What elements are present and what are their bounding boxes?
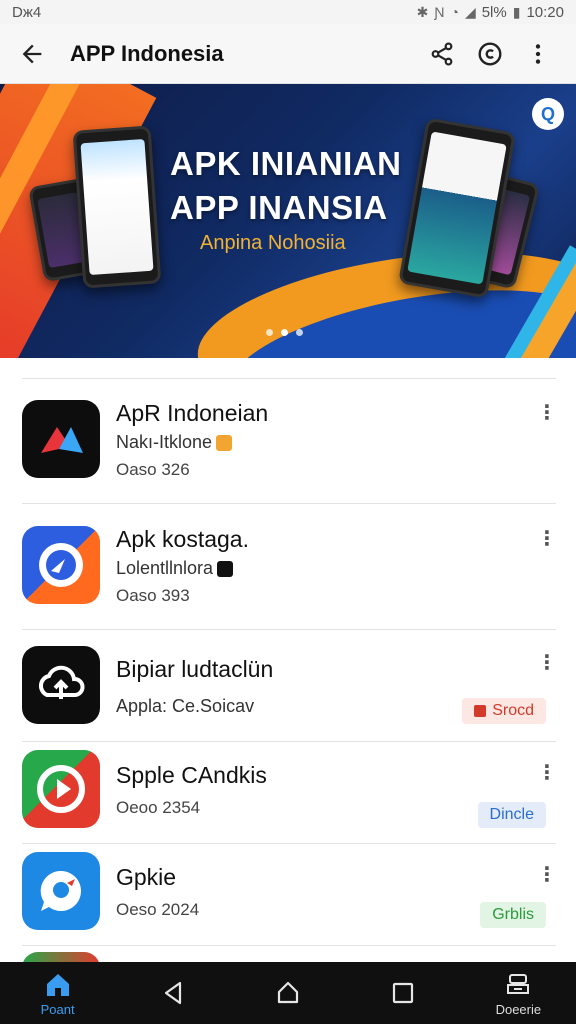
list-item[interactable]: Spple CAndkis Oeoo 2354 Dincle ⋮ (0, 742, 576, 844)
status-time: 10:20 (526, 3, 564, 21)
list-item[interactable]: Bipiar ludtaclün Appla: Ce.Soicav Srocd … (0, 630, 576, 742)
nav-item-home[interactable]: Poant (10, 962, 106, 1024)
carousel-dot[interactable] (296, 329, 303, 336)
more-vert-icon[interactable]: ⋮ (537, 860, 557, 888)
edit-icon (217, 561, 234, 578)
list-item[interactable]: ApR Indoneian Nakı-Itklone Oaso 326 ⋮ (0, 380, 576, 504)
app-subtitle: Lolentllnlora (116, 558, 234, 579)
carousel-dots (266, 329, 303, 336)
badge-label: Dincle (489, 806, 534, 823)
nav-label: Doeerie (495, 1001, 542, 1017)
banner-headline: APK INIANIAN APP INANSIA (170, 142, 410, 230)
back-triangle-icon (164, 981, 181, 1005)
emoji-icon (216, 435, 233, 452)
list-item[interactable]: Apk kostaga. Lolentllnlora Oaso 393 ⋮ (0, 504, 576, 630)
play-circle-icon (22, 750, 100, 828)
status-badge[interactable]: Dincle (477, 802, 546, 828)
app-meta: Oaso 393 (116, 586, 190, 605)
nav-item-home-button[interactable] (240, 962, 336, 1024)
carousel-dot[interactable] (281, 329, 288, 336)
app-list: ApR Indoneian Nakı-Itklone Oaso 326 ⋮ Ap… (0, 358, 576, 962)
status-badge[interactable]: Grblis (480, 902, 546, 928)
app-meta: Oeso 2024 (116, 900, 200, 919)
home-icon (46, 973, 69, 996)
banner-subtitle: Anpina Nohosiia (200, 232, 346, 254)
badge-label: Srocd (492, 702, 534, 719)
copyright-icon[interactable] (466, 34, 514, 74)
app-title: Apk kostaga. (116, 526, 249, 552)
app-subtitle: Nakı-Itklone (116, 432, 233, 453)
phone-illustration (72, 125, 162, 289)
more-vert-icon[interactable]: ⋮ (537, 398, 557, 426)
app-meta: Oaso 326 (116, 460, 190, 479)
banner-badge-icon[interactable]: Q (532, 98, 564, 130)
bluetooth-icon: ✱ (416, 3, 429, 20)
status-bar: Dж4 ✱ Ɲ ◔ ◢ 5l% ▮ 10:20 (0, 0, 576, 24)
list-item[interactable] (0, 946, 576, 962)
badge-icon (474, 705, 487, 717)
more-vert-icon[interactable] (514, 34, 562, 74)
status-badge[interactable]: Srocd (462, 698, 546, 724)
app-title: ApR Indoneian (116, 400, 269, 426)
divider (22, 378, 556, 379)
nav-item-downloads[interactable]: Doeerie (470, 962, 566, 1024)
chat-bird-icon (22, 852, 100, 930)
share-icon[interactable] (418, 34, 466, 74)
app-title: Spple CAndkis (116, 762, 267, 788)
status-left-text: Dж4 (12, 3, 42, 21)
banner-headline-line1: APK INIANIAN (170, 145, 402, 182)
carousel-dot[interactable] (266, 329, 273, 336)
app-title: Gpkie (116, 864, 177, 890)
app-icon-partial (22, 952, 100, 962)
recents-square-icon (393, 982, 414, 1004)
more-vert-icon[interactable]: ⋮ (537, 648, 557, 676)
back-arrow-icon[interactable] (14, 36, 50, 72)
app-subtitle: Appla: Ce.Soicav (116, 696, 255, 716)
bottom-navigation: Poant Doeerie (0, 962, 576, 1024)
nav-label: Poant (40, 1001, 75, 1017)
list-item[interactable]: Gpkie Oeso 2024 Grblis ⋮ (0, 844, 576, 946)
chat-bubble-logo-icon (22, 526, 100, 604)
nfc-icon: Ɲ (434, 4, 445, 20)
more-vert-icon[interactable]: ⋮ (537, 524, 557, 552)
app-meta: Oeoo 2354 (116, 798, 201, 817)
badge-label: Grblis (492, 906, 534, 923)
app-bar: APP Indonesia (0, 24, 576, 84)
battery-icon: ▮ (512, 3, 521, 20)
promo-banner[interactable]: APK INIANIAN APP INANSIA Anpina Nohosiia… (0, 84, 576, 358)
app-subtitle-text: Lolentllnlora (116, 558, 214, 578)
page-title: APP Indonesia (70, 40, 224, 66)
signal-icon: ◢ (464, 3, 476, 20)
status-icons: ✱ Ɲ ◔ ◢ 5l% ▮ 10:20 (417, 4, 564, 21)
app-title: Bipiar ludtaclün (116, 656, 274, 682)
more-vert-icon[interactable]: ⋮ (537, 758, 557, 786)
arrow-logo-icon (22, 400, 100, 478)
wifi-icon: ◔ (450, 4, 459, 20)
app-subtitle-text: Nakı-Itklone (116, 432, 213, 452)
home-circle-icon (277, 981, 299, 1004)
banner-headline-line2: APP INANSIA (170, 189, 388, 226)
nav-item-back[interactable] (125, 962, 221, 1024)
cloud-upload-icon (22, 646, 100, 724)
battery-text: 5l% (481, 3, 507, 21)
downloads-icon (507, 973, 530, 994)
nav-item-recents[interactable] (355, 962, 451, 1024)
